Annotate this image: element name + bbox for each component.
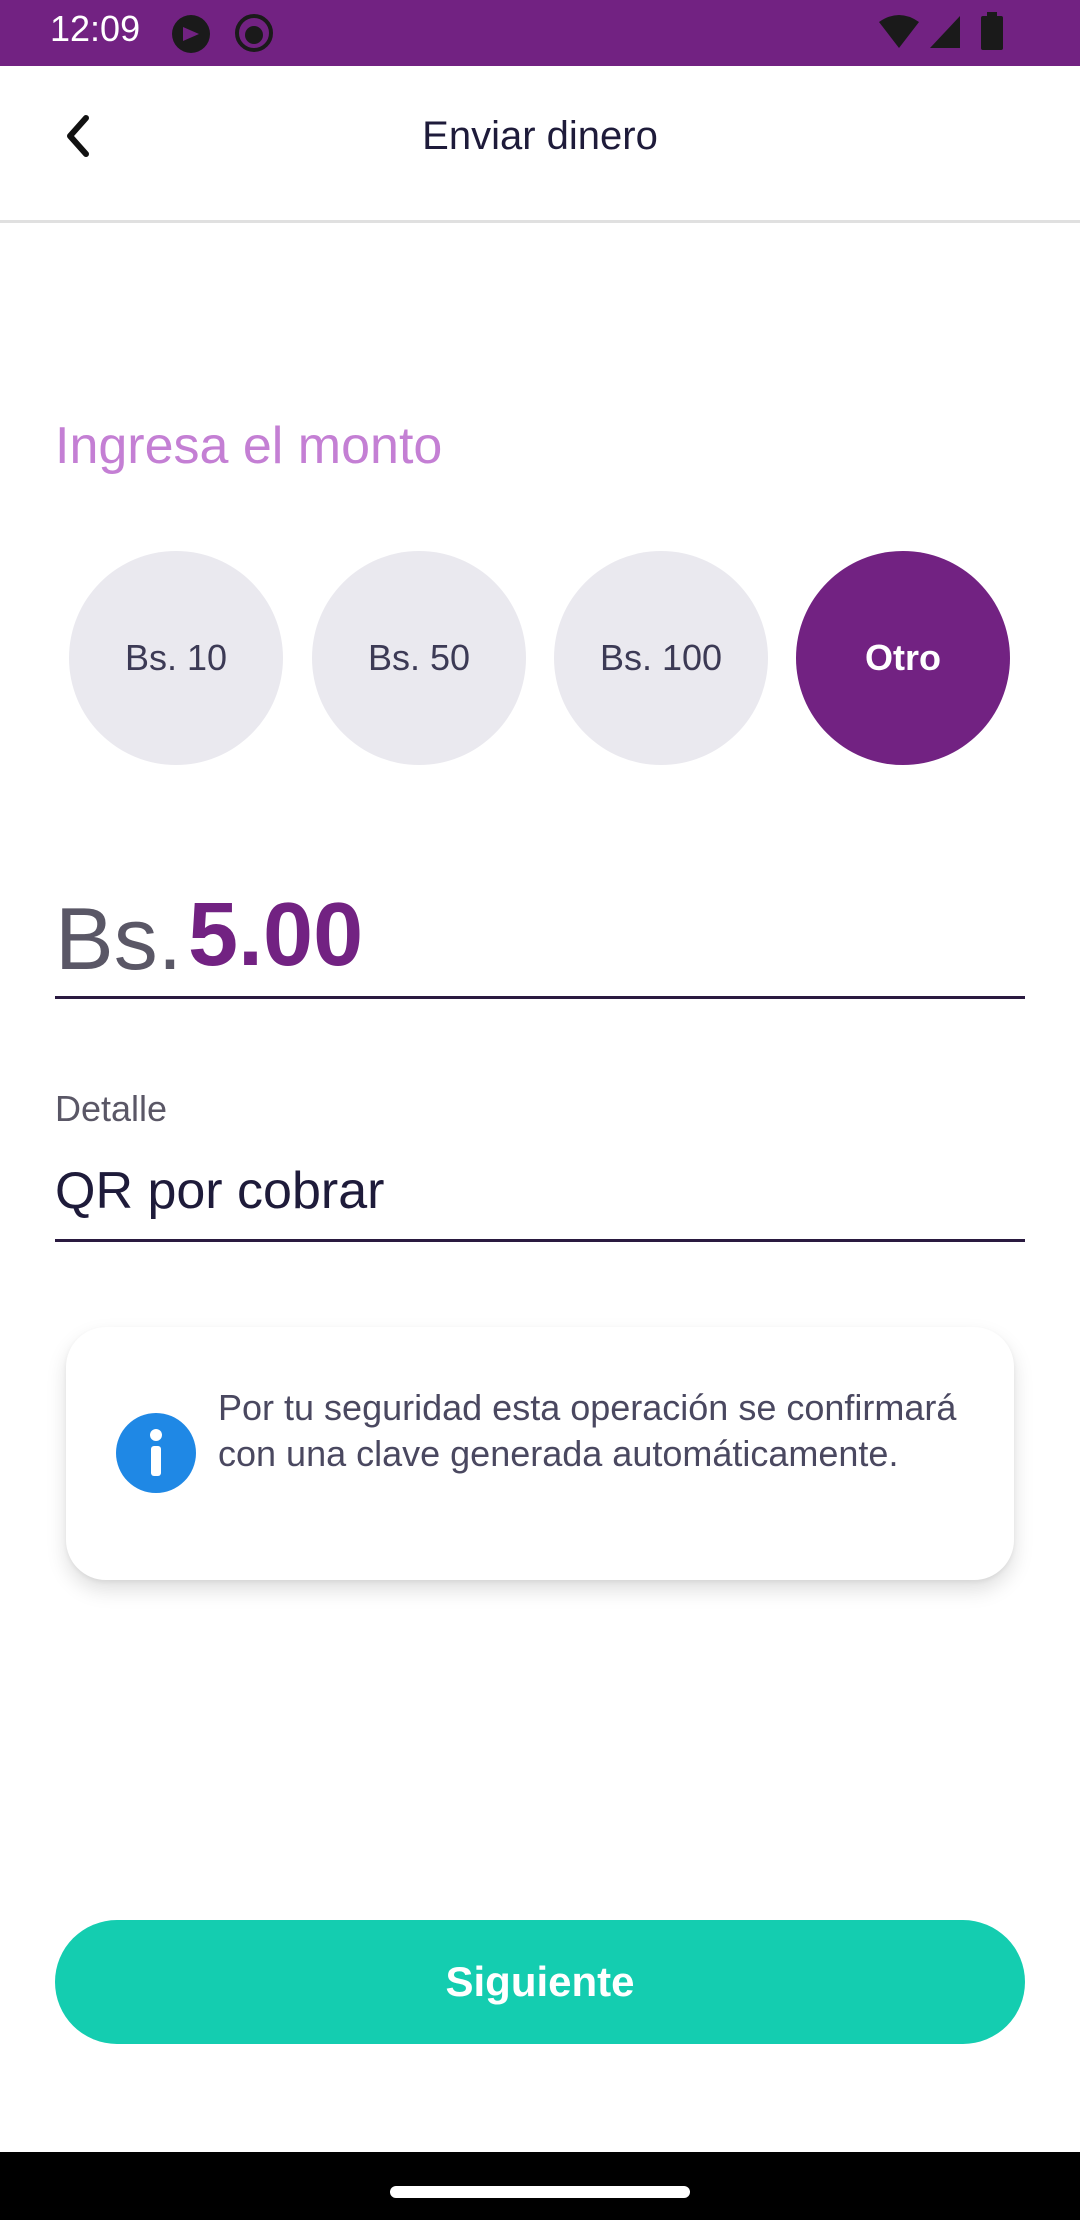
amount-input[interactable]: Bs. 5.00 <box>55 880 1025 999</box>
app-notification-icon <box>170 13 212 55</box>
signal-icon <box>928 14 962 50</box>
app-bar: Enviar dinero <box>0 66 1080 223</box>
security-info-card: Por tu seguridad esta operación se confi… <box>66 1327 1014 1580</box>
status-time: 12:09 <box>50 8 141 49</box>
navigation-bar <box>0 2152 1080 2220</box>
detail-field[interactable]: QR por cobrar <box>55 1155 1025 1242</box>
amount-value[interactable]: 5.00 <box>188 884 363 987</box>
currency-label: Bs. <box>55 889 183 988</box>
page-title: Enviar dinero <box>422 114 658 158</box>
next-button[interactable]: Siguiente <box>55 1920 1025 2044</box>
amount-option-10[interactable]: Bs. 10 <box>69 551 283 765</box>
github-icon <box>234 13 274 53</box>
detail-value[interactable]: QR por cobrar <box>55 1161 384 1221</box>
detail-label: Detalle <box>55 1088 168 1129</box>
wifi-icon <box>878 14 920 50</box>
battery-icon <box>980 12 1004 50</box>
info-text: Por tu seguridad esta operación se confi… <box>218 1387 957 1474</box>
amount-option-other[interactable]: Otro <box>796 551 1010 765</box>
amount-option-100[interactable]: Bs. 100 <box>554 551 768 765</box>
amount-option-50[interactable]: Bs. 50 <box>312 551 526 765</box>
amount-heading: Ingresa el monto <box>55 417 443 475</box>
home-handle[interactable] <box>390 2186 690 2198</box>
status-bar: 12:09 <box>0 0 1080 66</box>
info-icon <box>116 1413 196 1493</box>
